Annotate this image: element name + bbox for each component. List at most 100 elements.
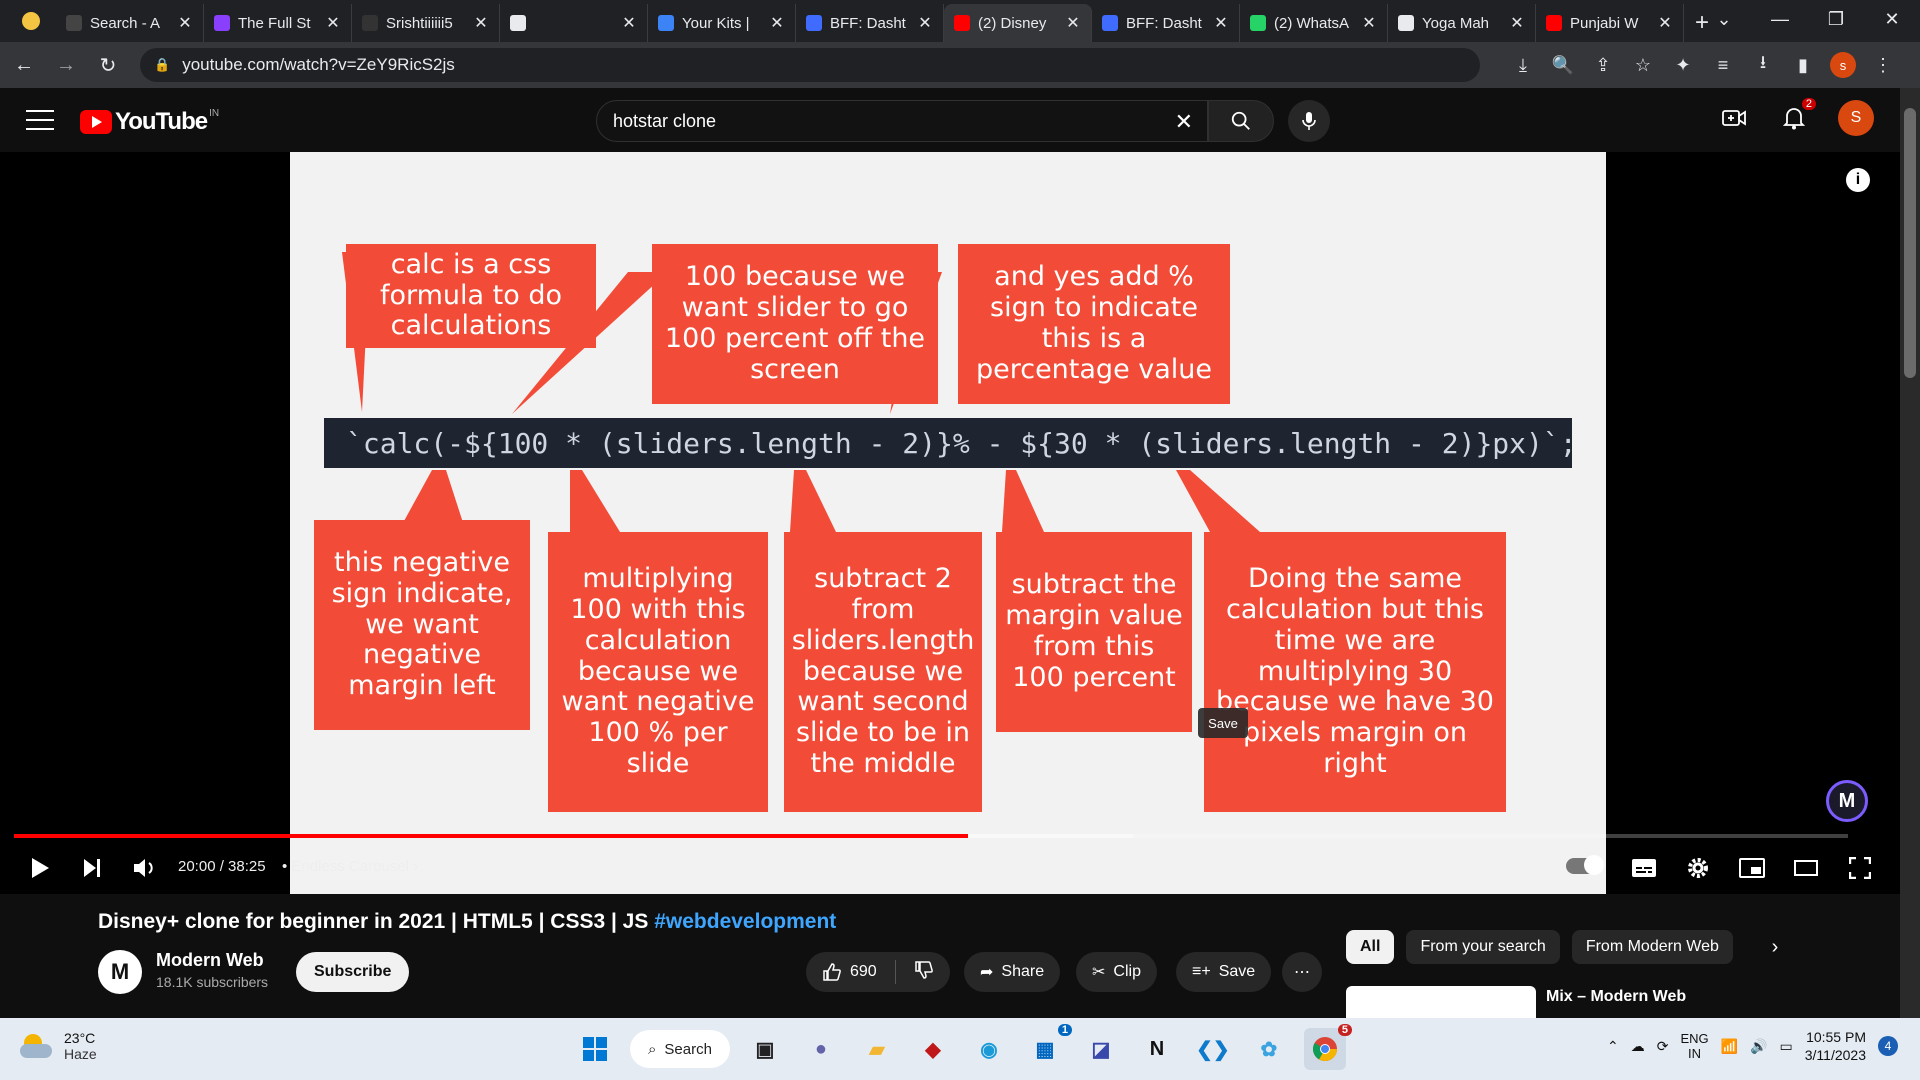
sync-icon[interactable]: ⟳ bbox=[1657, 1038, 1669, 1055]
address-bar[interactable]: 🔒 youtube.com/watch?v=ZeY9RicS2js bbox=[140, 48, 1480, 82]
chapter-title[interactable]: • Endless Carousel › bbox=[282, 858, 418, 875]
weather-widget[interactable]: 23°C Haze bbox=[20, 1030, 97, 1062]
language-indicator[interactable]: ENG IN bbox=[1680, 1031, 1708, 1062]
browser-tab[interactable]: Srishtiiiiii5 ✕ bbox=[352, 4, 500, 42]
more-actions-button[interactable]: ⋯ bbox=[1282, 952, 1322, 992]
browser-tab[interactable]: (2) Disney ✕ bbox=[944, 4, 1092, 42]
scrollbar-thumb[interactable] bbox=[1904, 108, 1916, 378]
profile-avatar[interactable]: s bbox=[1826, 48, 1860, 82]
downloads-icon[interactable]: ⭳ bbox=[1746, 48, 1780, 82]
theater-mode-button[interactable] bbox=[1790, 852, 1822, 884]
notifications-bell-icon[interactable]: 2 bbox=[1778, 98, 1816, 134]
reload-button[interactable]: ↻ bbox=[90, 47, 126, 83]
settings-button[interactable] bbox=[1682, 852, 1714, 884]
install-app-icon[interactable]: ⤓ bbox=[1506, 48, 1540, 82]
restore-button[interactable]: ❐ bbox=[1808, 0, 1864, 38]
close-tab-icon[interactable]: ✕ bbox=[769, 13, 785, 33]
speaker-icon[interactable]: 🔊 bbox=[1750, 1038, 1767, 1055]
share-page-icon[interactable]: ⇪ bbox=[1586, 48, 1620, 82]
search-input[interactable]: hotstar clone ✕ bbox=[596, 100, 1208, 142]
voice-search-button[interactable] bbox=[1288, 100, 1330, 142]
mcafee-icon[interactable]: ◆ bbox=[912, 1028, 954, 1070]
clip-button[interactable]: ✂ Clip bbox=[1076, 952, 1157, 992]
channel-avatar[interactable]: M bbox=[98, 950, 142, 994]
browser-tab[interactable]: Search - A ✕ bbox=[56, 4, 204, 42]
forward-button[interactable]: → bbox=[48, 47, 84, 83]
guide-menu-icon[interactable] bbox=[26, 106, 54, 134]
show-hidden-icons-chevron[interactable]: ⌃ bbox=[1607, 1038, 1619, 1055]
miniplayer-button[interactable] bbox=[1736, 852, 1768, 884]
tab-search-chevron-icon[interactable]: ⌄ bbox=[1696, 0, 1752, 38]
back-button[interactable]: ← bbox=[6, 47, 42, 83]
media-queue-icon[interactable]: ≡ bbox=[1706, 48, 1740, 82]
photos-app-icon[interactable]: ✿ bbox=[1248, 1028, 1290, 1070]
close-tab-icon[interactable]: ✕ bbox=[1657, 13, 1673, 33]
close-tab-icon[interactable]: ✕ bbox=[621, 13, 637, 33]
youtube-logo[interactable]: YouTube IN bbox=[80, 108, 219, 136]
browser-tab[interactable]: BFF: Dasht ✕ bbox=[1092, 4, 1240, 42]
close-tab-icon[interactable]: ✕ bbox=[917, 13, 933, 33]
close-tab-icon[interactable]: ✕ bbox=[1065, 13, 1081, 33]
notion-icon[interactable]: N bbox=[1136, 1028, 1178, 1070]
close-tab-icon[interactable]: ✕ bbox=[1509, 13, 1525, 33]
like-button[interactable]: 690 bbox=[822, 962, 877, 982]
close-tab-icon[interactable]: ✕ bbox=[1361, 13, 1377, 33]
subtitles-button[interactable] bbox=[1628, 852, 1660, 884]
side-panel-icon[interactable]: ▮ bbox=[1786, 48, 1820, 82]
minimize-button[interactable]: — bbox=[1752, 0, 1808, 38]
task-view-icon[interactable]: ▣ bbox=[744, 1028, 786, 1070]
close-window-button[interactable]: ✕ bbox=[1864, 0, 1920, 38]
chip-from-channel[interactable]: From Modern Web bbox=[1571, 930, 1733, 964]
share-button[interactable]: ➦ Share bbox=[964, 952, 1061, 992]
wifi-icon[interactable]: 📶 bbox=[1721, 1038, 1738, 1055]
browser-tab[interactable]: ✕ bbox=[500, 4, 648, 42]
page-scrollbar[interactable] bbox=[1900, 88, 1920, 1018]
browser-tab[interactable]: The Full St ✕ bbox=[204, 4, 352, 42]
close-tab-icon[interactable]: ✕ bbox=[473, 13, 489, 33]
clear-search-icon[interactable]: ✕ bbox=[1175, 109, 1193, 135]
notification-count-badge[interactable]: 4 bbox=[1878, 1036, 1898, 1057]
browser-tab[interactable]: Punjabi W ✕ bbox=[1536, 4, 1684, 42]
play-button[interactable] bbox=[26, 854, 54, 882]
close-tab-icon[interactable]: ✕ bbox=[177, 13, 193, 33]
recommended-thumbnail[interactable] bbox=[1346, 986, 1536, 1018]
account-avatar[interactable]: S bbox=[1838, 100, 1874, 136]
channel-name[interactable]: Modern Web bbox=[156, 950, 264, 971]
video-info-icon[interactable]: i bbox=[1846, 168, 1870, 192]
browser-tab[interactable]: BFF: Dasht ✕ bbox=[796, 4, 944, 42]
clock[interactable]: 10:55 PM 3/11/2023 bbox=[1805, 1028, 1866, 1064]
browser-tab[interactable]: (2) WhatsA ✕ bbox=[1240, 4, 1388, 42]
extensions-puzzle-icon[interactable]: ✦ bbox=[1666, 48, 1700, 82]
close-tab-icon[interactable]: ✕ bbox=[325, 13, 341, 33]
microsoft-store-icon[interactable]: ▦ 1 bbox=[1024, 1024, 1072, 1070]
onedrive-cloud-icon[interactable]: ☁ bbox=[1631, 1038, 1645, 1055]
battery-icon[interactable]: ▭ bbox=[1780, 1038, 1793, 1055]
teams-chat-icon[interactable]: ● bbox=[800, 1028, 842, 1070]
vpn-app-icon[interactable]: ◪ bbox=[1080, 1028, 1122, 1070]
autoplay-toggle[interactable] bbox=[1566, 855, 1604, 875]
browser-tab[interactable]: Yoga Mah ✕ bbox=[1388, 4, 1536, 42]
bookmark-star-icon[interactable]: ☆ bbox=[1626, 48, 1660, 82]
taskbar-search[interactable]: ⌕ Search bbox=[630, 1030, 730, 1068]
dislike-button[interactable] bbox=[914, 960, 934, 985]
browser-menu-icon[interactable]: ⋮ bbox=[1866, 48, 1900, 82]
chrome-icon[interactable]: 5 bbox=[1303, 1024, 1352, 1070]
hashtag-link[interactable]: #webdevelopment bbox=[654, 910, 836, 933]
mute-button[interactable] bbox=[130, 854, 160, 882]
file-explorer-icon[interactable]: ▰ bbox=[856, 1028, 898, 1070]
recommended-title[interactable]: Mix – Modern Web bbox=[1546, 988, 1686, 1006]
video-player[interactable]: calc is a css formula to do calculations… bbox=[0, 152, 1900, 894]
browser-tab[interactable]: Your Kits | ✕ bbox=[648, 4, 796, 42]
channel-watermark[interactable]: M bbox=[1826, 780, 1868, 822]
search-button[interactable] bbox=[1208, 100, 1274, 142]
edge-icon[interactable]: ◉ bbox=[968, 1028, 1010, 1070]
close-tab-icon[interactable]: ✕ bbox=[1213, 13, 1229, 33]
vscode-icon[interactable]: ❮❯ bbox=[1192, 1028, 1234, 1070]
chip-from-your-search[interactable]: From your search bbox=[1406, 930, 1560, 964]
next-video-button[interactable] bbox=[78, 854, 106, 882]
start-button[interactable] bbox=[574, 1028, 616, 1070]
fullscreen-button[interactable] bbox=[1844, 852, 1876, 884]
subscribe-button[interactable]: Subscribe bbox=[296, 952, 410, 992]
create-video-icon[interactable] bbox=[1718, 102, 1750, 134]
chips-next-icon[interactable]: › bbox=[1758, 930, 1792, 964]
